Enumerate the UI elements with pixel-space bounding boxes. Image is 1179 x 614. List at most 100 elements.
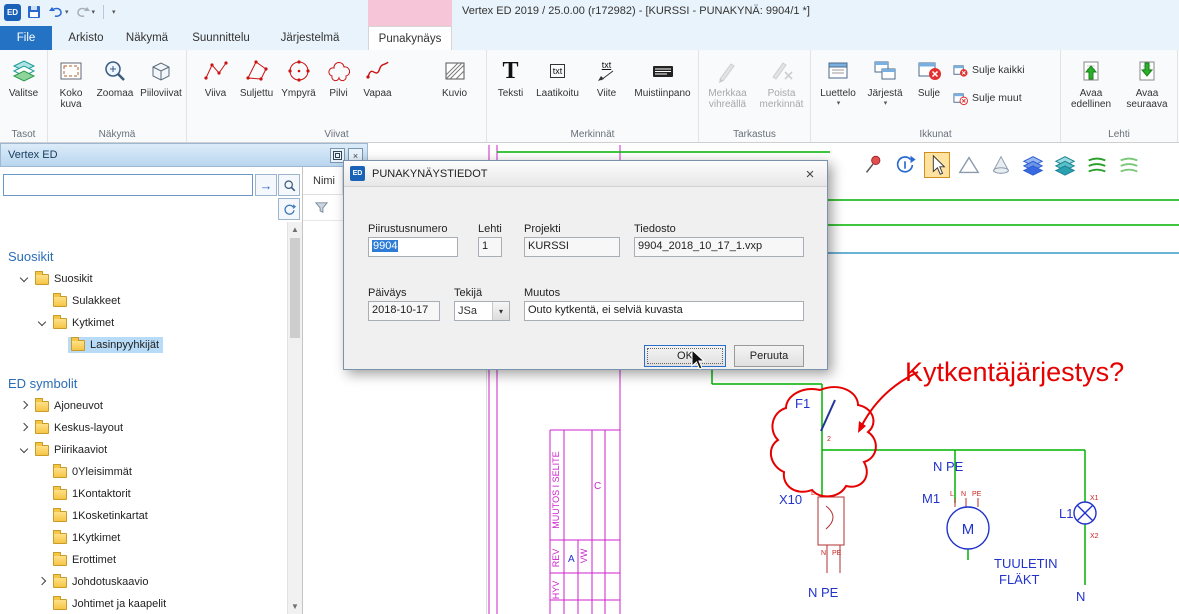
viiva-button[interactable]: Viiva [196,53,236,123]
refresh-button[interactable] [278,198,300,220]
laatikoitu-button[interactable]: txt Laatikoitu [532,53,584,123]
tree-item-ajoneuvot[interactable]: Ajoneuvot [0,395,286,417]
tiedosto-field[interactable]: 9904_2018_10_17_1.vxp [634,237,804,257]
triangle-tool-icon[interactable] [956,152,982,178]
koko-kuva-button[interactable]: Koko kuva [49,53,93,123]
tree-item-johdotuskaavio[interactable]: Johdotuskaavio [0,571,286,593]
sidebar-scrollbar[interactable]: ▲ ▼ [287,222,302,614]
chevron-down-icon[interactable] [34,316,50,330]
sheets-green-alt-icon[interactable] [1116,152,1142,178]
layers-teal-icon[interactable] [1052,152,1078,178]
sulje-muut-button[interactable]: Sulje muut [953,90,1025,106]
viite-button[interactable]: txt Viite [584,53,630,123]
qat-customize-button[interactable]: ▾ [112,8,116,16]
app-logo-icon[interactable]: ED [4,4,21,21]
tekija-combobox[interactable]: JSa ▾ [454,301,510,321]
tab-suunnittelu[interactable]: Suunnittelu [178,26,264,50]
tekija-label: Tekijä [454,287,482,299]
kuvio-button[interactable]: Kuvio [432,53,478,123]
undo-button[interactable]: ▾ [47,3,70,21]
tree-item-0yleisimmat[interactable]: 0Yleisimmät [0,461,286,483]
scroll-down-icon[interactable]: ▼ [288,599,302,614]
refresh-tool-icon[interactable] [892,152,918,178]
luettelo-dropdown-icon[interactable]: ▾ [837,99,841,107]
tree-item-label: Ajoneuvot [54,400,103,412]
column-header-nimi[interactable]: Nimi [303,167,343,194]
tree-item-1kytkimet[interactable]: 1Kytkimet [0,527,286,549]
lehti-field[interactable]: 1 [478,237,502,257]
layers-blue-icon[interactable] [1020,152,1046,178]
tab-file[interactable]: File [0,26,52,50]
avaa-edellinen-button[interactable]: Avaa edellinen [1063,53,1119,123]
redo-dropdown-icon[interactable]: ▾ [92,8,96,16]
avaa-seuraava-button[interactable]: Avaa seuraava [1119,53,1175,123]
l1-lamp-symbol [1074,502,1096,524]
search-button[interactable] [278,174,300,196]
tab-punakynays-active[interactable]: Punakynäys [368,26,452,50]
search-go-button[interactable]: → [255,174,277,196]
tree-item-kytkimet[interactable]: Kytkimet [0,312,286,334]
dialog-titlebar[interactable]: ED PUNAKYNÄYSTIEDOT × [344,161,827,187]
dialog-close-button[interactable]: × [799,164,821,184]
jarjesta-button[interactable]: Järjestä ▾ [861,53,909,123]
suljettu-button[interactable]: Suljettu [236,53,278,123]
tree-item-1kosketinkartat[interactable]: 1Kosketinkartat [0,505,286,527]
tab-jarjestelma[interactable]: Järjestelmä [266,26,354,50]
tree-item-label: Sulakkeet [72,295,120,307]
paivays-field[interactable]: 2018-10-17 [368,301,440,321]
scrollbar-thumb[interactable] [290,238,300,338]
tree-item-erottimet[interactable]: Erottimet [0,549,286,571]
tab-arkisto[interactable]: Arkisto [56,26,116,50]
piiloviivat-button[interactable]: Piiloviivat [137,53,185,123]
sulje-kaikki-button[interactable]: Sulje kaikki [953,62,1025,78]
chevron-down-icon[interactable]: ▾ [492,302,509,320]
undo-dropdown-icon[interactable]: ▾ [65,8,69,16]
piirustusnumero-field[interactable]: 9904 [368,237,458,257]
search-icon [283,179,296,192]
button-label: Suljettu [240,88,273,99]
tree-item-piirikaaviot[interactable]: Piirikaaviot [0,439,286,461]
pin-icon[interactable] [860,152,886,178]
chevron-right-icon[interactable] [16,399,32,413]
muistiinpano-button[interactable]: Muistiinpano [630,53,696,123]
valitse-button[interactable]: Valitse [2,53,46,123]
tree-item-johtimet-ja-kaapelit[interactable]: Johtimet ja kaapelit [0,593,286,614]
ok-button[interactable]: OK [644,345,726,367]
field-value: Outo kytkentä, ei selviä kuvasta [528,304,683,316]
tree-item-sulakkeet[interactable]: Sulakkeet [0,290,286,312]
redo-button[interactable]: ▾ [74,3,97,21]
chevron-down-icon[interactable] [16,443,32,457]
search-input[interactable] [3,174,253,196]
tree-item-1kontaktorit[interactable]: 1Kontaktorit [0,483,286,505]
luettelo-button[interactable]: Luettelo ▾ [815,53,861,123]
scroll-up-icon[interactable]: ▲ [288,222,302,237]
pilvi-button[interactable]: Pilvi [320,53,358,123]
cone-tool-icon[interactable] [988,152,1014,178]
sidebar-panel-header[interactable]: Vertex ED × [0,143,368,167]
tree-item-suosikit[interactable]: Suosikit [0,268,286,290]
jarjesta-dropdown-icon[interactable]: ▾ [884,99,888,107]
vapaa-button[interactable]: Vapaa [358,53,398,123]
peruuta-button[interactable]: Peruuta [734,345,804,367]
polyline-icon [203,56,229,86]
tree-item-keskus-layout[interactable]: Keskus-layout [0,417,286,439]
piirustusnumero-label: Piirustusnumero [368,223,447,235]
tree-item-lasinpyyhkijat-selected[interactable]: Lasinpyyhkijät [0,334,286,356]
folder-icon [35,401,49,412]
chevron-right-icon[interactable] [34,575,50,589]
sulje-button[interactable]: Sulje [909,53,949,123]
save-button[interactable] [25,3,43,21]
chevron-right-icon[interactable] [16,421,32,435]
projekti-field[interactable]: KURSSI [524,237,620,257]
button-label: Sulje [918,88,940,99]
sheets-green-icon[interactable] [1084,152,1110,178]
field-value: 9904_2018_10_17_1.vxp [638,240,762,252]
select-cursor-icon[interactable] [924,152,950,178]
tab-nakyma[interactable]: Näkymä [118,26,176,50]
zoomaa-button[interactable]: Zoomaa [93,53,137,123]
chevron-down-icon[interactable] [16,272,32,286]
teksti-button[interactable]: T Teksti [490,53,532,123]
ympyra-button[interactable]: Ympyrä [278,53,320,123]
muutos-field[interactable]: Outo kytkentä, ei selviä kuvasta [524,301,804,321]
text-icon: T [502,59,518,83]
